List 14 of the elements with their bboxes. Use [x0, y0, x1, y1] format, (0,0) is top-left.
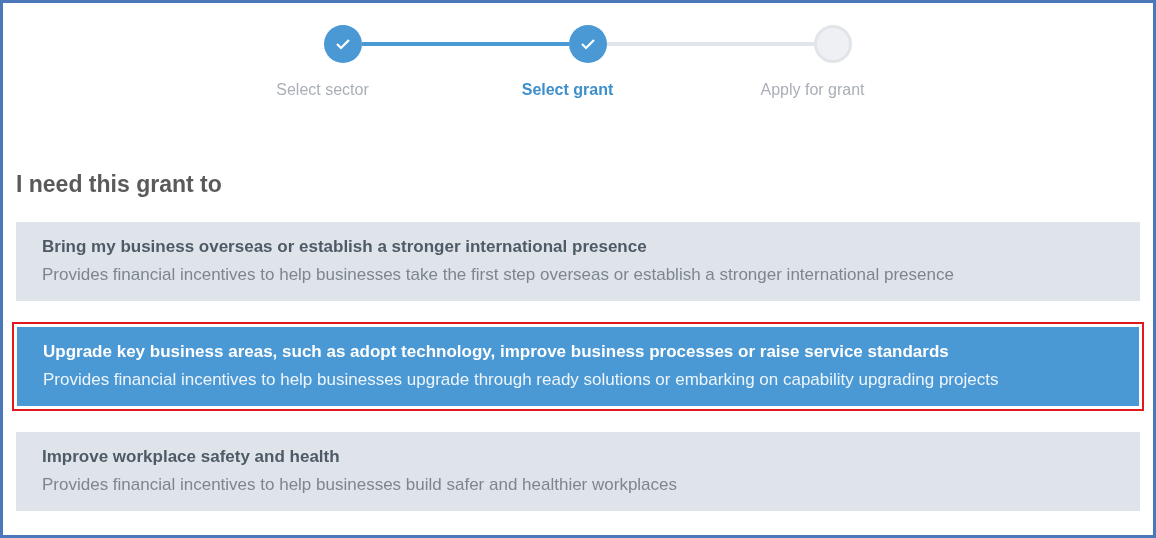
grant-option[interactable]: Bring my business overseas or establish a stronger international presence Provides financial incentives to help businesses take the first step overseas or establish a stronger international presence	[16, 222, 1140, 301]
grant-option[interactable]: Improve workplace safety and health Provides financial incentives to help businesses build safer and healthier workplaces	[16, 432, 1140, 511]
option-description: Provides financial incentives to help businesses build safer and healthier workplaces	[42, 475, 679, 495]
step-label: Select grant	[521, 81, 614, 99]
section-heading: I need this grant to	[16, 171, 223, 198]
check-icon	[335, 38, 351, 50]
check-icon	[580, 38, 596, 50]
option-title: Upgrade key business areas, such as adopt technology, improve business processes or raise service standards	[43, 342, 950, 362]
option-description: Provides financial incentives to help businesses upgrade through ready solutions or embarking on capability upgrading projects	[43, 370, 1000, 390]
option-title: Improve workplace safety and health	[42, 447, 341, 467]
option-title: Bring my business overseas or establish a stronger international presence	[42, 237, 648, 257]
step-label: Apply for grant	[760, 81, 865, 99]
step-label: Select sector	[276, 81, 369, 99]
option-description: Provides financial incentives to help businesses take the first step overseas or establish a stronger international presence	[42, 265, 955, 285]
